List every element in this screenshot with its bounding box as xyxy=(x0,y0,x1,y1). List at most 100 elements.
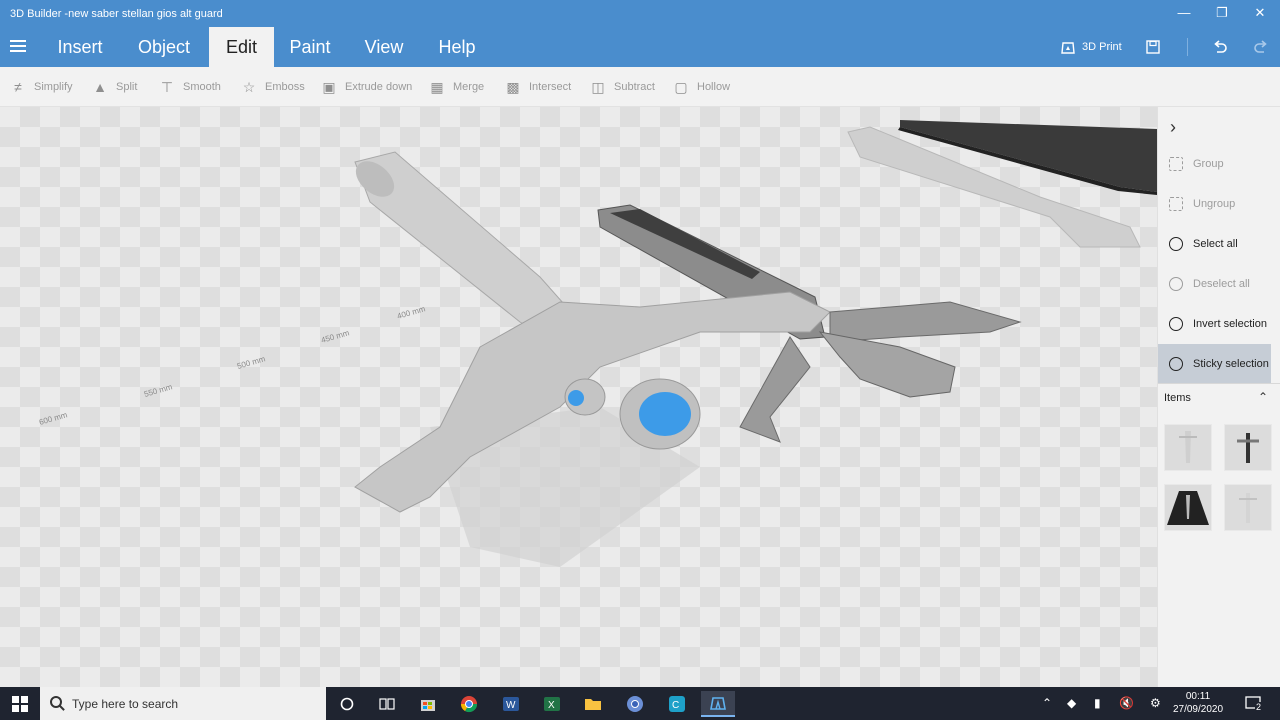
emitter-shroud-model xyxy=(818,331,956,398)
windows-taskbar: Type here to search W X C ⌃ ◆ ▮ 🔇 ⚙ 00:1… xyxy=(0,687,1280,720)
deselect-all-icon xyxy=(1169,277,1183,291)
subtract-label: Subtract xyxy=(614,81,655,93)
split-label: Split xyxy=(116,81,138,93)
edit-toolbar: ≠ Simplify ▲ Split ⊤ Smooth ☆ Emboss ▣ E… xyxy=(0,67,1280,107)
word-icon[interactable]: W xyxy=(494,691,528,717)
taskbar-search-box[interactable]: Type here to search xyxy=(40,687,326,720)
item-thumbnail[interactable] xyxy=(1164,424,1212,471)
tab-edit[interactable]: Edit xyxy=(209,27,274,67)
windows-start-icon[interactable] xyxy=(12,696,28,712)
smooth-button[interactable]: ⊤ Smooth xyxy=(159,78,221,96)
tab-insert[interactable]: Insert xyxy=(44,27,116,67)
merge-button[interactable]: ▦ Merge xyxy=(429,78,484,96)
ungroup-button[interactable]: Ungroup xyxy=(1158,184,1271,224)
restore-button[interactable]: ❐ xyxy=(1208,4,1236,22)
smooth-label: Smooth xyxy=(183,81,221,93)
simplify-button[interactable]: ≠ Simplify xyxy=(10,78,73,96)
ruler-label: 450 mm xyxy=(320,328,351,345)
ribbon-divider xyxy=(1187,38,1188,56)
3d-print-label: 3D Print xyxy=(1082,41,1122,53)
ungroup-icon xyxy=(1169,197,1183,211)
side-ring-blue-core xyxy=(568,390,584,406)
guard-blade-lower-model xyxy=(739,336,811,443)
action-center-icon[interactable]: 2 xyxy=(1245,695,1263,712)
search-icon xyxy=(50,696,62,708)
hamburger-menu-icon[interactable] xyxy=(10,40,26,54)
intersect-label: Intersect xyxy=(529,81,572,93)
chrome-icon[interactable] xyxy=(452,691,486,717)
security-tray-icon[interactable]: ◆ xyxy=(1067,696,1076,710)
subtract-button[interactable]: ◫ Subtract xyxy=(590,78,655,96)
tab-paint[interactable]: Paint xyxy=(278,27,342,67)
item-thumbnail[interactable] xyxy=(1224,424,1272,471)
ungroup-label: Ungroup xyxy=(1193,198,1236,210)
sticky-selection-button[interactable]: Sticky selection xyxy=(1158,344,1271,384)
excel-icon[interactable]: X xyxy=(535,691,569,717)
network-icon[interactable]: ⚙ xyxy=(1150,696,1161,710)
tab-view[interactable]: View xyxy=(352,27,416,67)
group-button[interactable]: Group xyxy=(1158,144,1271,184)
battery-icon[interactable]: ▮ xyxy=(1094,696,1101,710)
svg-text:X: X xyxy=(548,700,555,711)
group-icon xyxy=(1169,157,1183,171)
subtract-icon: ◫ xyxy=(591,78,605,95)
split-icon: ▲ xyxy=(93,79,107,95)
close-button[interactable]: ✕ xyxy=(1246,4,1274,22)
3d-viewport[interactable]: 600 mm 550 mm 500 mm 450 mm 400 mm xyxy=(0,107,1157,687)
undo-button[interactable] xyxy=(1211,36,1229,58)
minimize-button[interactable]: — xyxy=(1170,4,1198,22)
ruler-label: 500 mm xyxy=(236,354,267,371)
merge-label: Merge xyxy=(453,81,485,93)
split-button[interactable]: ▲ Split xyxy=(92,78,137,96)
hollow-button[interactable]: ▢ Hollow xyxy=(673,78,730,96)
invert-selection-label: Invert selection xyxy=(1193,318,1267,330)
sticky-selection-icon xyxy=(1169,357,1183,371)
select-all-label: Select all xyxy=(1193,238,1238,250)
save-button[interactable] xyxy=(1145,36,1161,58)
guard-blade-right-model xyxy=(829,301,1022,343)
invert-selection-button[interactable]: Invert selection xyxy=(1158,304,1271,344)
extrude-down-icon: ▣ xyxy=(322,78,336,95)
ruler-label: 400 mm xyxy=(396,304,427,321)
store-icon[interactable] xyxy=(411,691,445,717)
redo-icon xyxy=(1254,40,1267,53)
3d-print-button[interactable]: 3D Print xyxy=(1060,36,1122,58)
tab-object[interactable]: Object xyxy=(124,27,204,67)
pommel-blue-core xyxy=(639,392,691,436)
taskbar-clock[interactable]: 00:11 27/09/2020 xyxy=(1170,690,1226,716)
clock-time: 00:11 xyxy=(1185,691,1211,702)
svg-text:W: W xyxy=(506,700,516,711)
printer-icon xyxy=(1061,42,1075,54)
notification-count-badge: 2 xyxy=(1255,702,1263,712)
3d-builder-taskbar-icon[interactable] xyxy=(701,691,735,717)
show-hidden-icons-chevron-icon[interactable]: ⌃ xyxy=(1042,696,1052,710)
item-thumbnail[interactable] xyxy=(1224,484,1272,531)
search-placeholder: Type here to search xyxy=(72,696,179,711)
ruler-label: 600 mm xyxy=(38,410,69,427)
file-explorer-icon[interactable] xyxy=(576,691,610,717)
simplify-label: Simplify xyxy=(34,81,73,93)
volume-muted-icon[interactable]: 🔇 xyxy=(1119,696,1134,710)
hollow-icon: ▢ xyxy=(674,78,688,95)
invert-selection-icon xyxy=(1169,317,1183,331)
extrude-down-button[interactable]: ▣ Extrude down xyxy=(321,78,412,96)
emboss-button[interactable]: ☆ Emboss xyxy=(241,78,305,96)
task-view-icon[interactable] xyxy=(370,691,404,717)
collapse-panel-chevron-icon[interactable]: › xyxy=(1170,117,1176,138)
chrome-beta-icon[interactable] xyxy=(618,691,652,717)
redo-button[interactable] xyxy=(1252,36,1270,58)
tab-help[interactable]: Help xyxy=(426,27,488,67)
select-all-button[interactable]: Select all xyxy=(1158,224,1271,264)
title-bar: 3D Builder -new saber stellan gios alt g… xyxy=(0,0,1280,27)
cortana-app-icon[interactable]: C xyxy=(660,691,694,717)
select-all-icon xyxy=(1169,237,1183,251)
items-collapse-chevron-icon[interactable]: ⌃ xyxy=(1258,390,1268,404)
panel-divider xyxy=(1158,383,1280,384)
deselect-all-button[interactable]: Deselect all xyxy=(1158,264,1271,304)
emboss-label: Emboss xyxy=(265,81,305,93)
cortana-icon[interactable] xyxy=(330,691,364,717)
item-thumbnail[interactable] xyxy=(1164,484,1212,531)
selection-panel: › Group Ungroup Select all Deselect all … xyxy=(1157,107,1280,687)
intersect-button[interactable]: ▩ Intersect xyxy=(505,78,571,96)
items-header: Items xyxy=(1164,392,1191,404)
